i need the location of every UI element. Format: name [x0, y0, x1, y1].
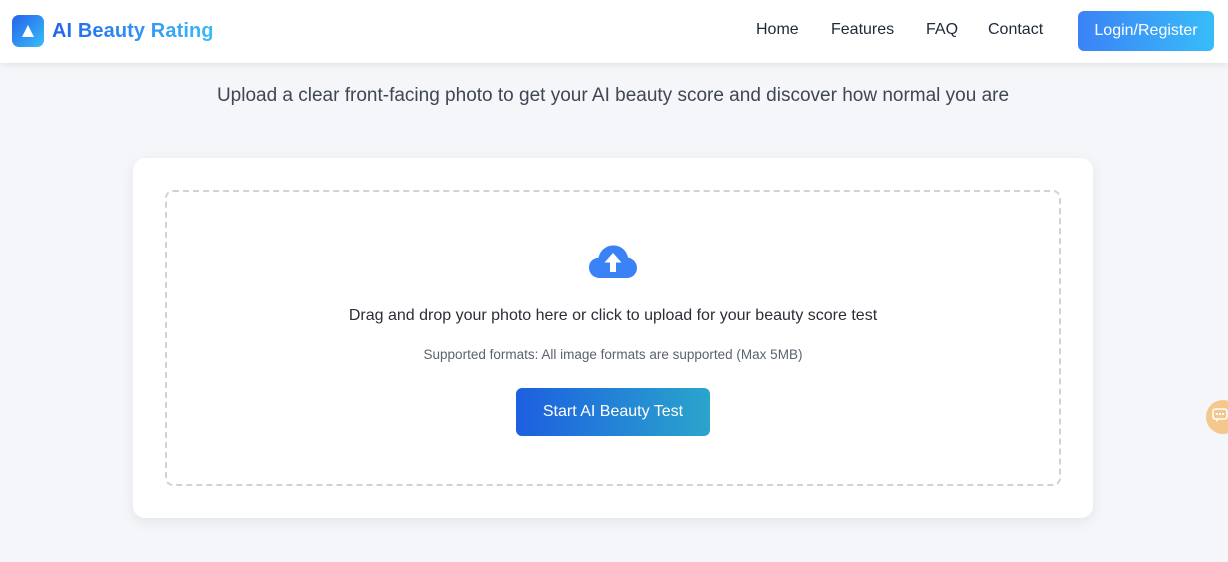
- nav-link-faq[interactable]: FAQ: [926, 21, 958, 39]
- nav-menu: Home Features FAQ Contact Login/Register: [0, 0, 1228, 63]
- nav-link-home[interactable]: Home: [756, 21, 799, 39]
- nav-link-contact[interactable]: Contact: [988, 21, 1043, 39]
- chat-icon: [1212, 407, 1228, 428]
- cloud-upload-icon: [588, 244, 638, 280]
- upload-card: Drag and drop your photo here or click t…: [133, 158, 1093, 518]
- top-navbar: AI Beauty Rating Home Features FAQ Conta…: [0, 0, 1228, 63]
- page-subtitle: Upload a clear front-facing photo to get…: [216, 85, 1010, 106]
- photo-dropzone[interactable]: Drag and drop your photo here or click t…: [165, 190, 1061, 486]
- supported-formats-text: Supported formats: All image formats are…: [423, 347, 803, 362]
- nav-link-features[interactable]: Features: [831, 21, 894, 39]
- login-register-button[interactable]: Login/Register: [1078, 11, 1214, 51]
- chat-widget-button[interactable]: [1206, 400, 1228, 434]
- upload-instruction: Drag and drop your photo here or click t…: [348, 307, 878, 324]
- start-beauty-test-button[interactable]: Start AI Beauty Test: [516, 388, 710, 436]
